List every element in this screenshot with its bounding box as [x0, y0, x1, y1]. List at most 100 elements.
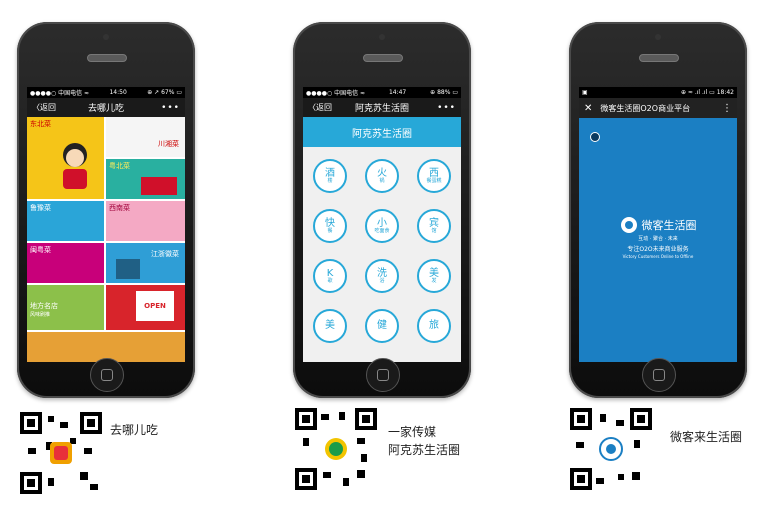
speaker: [87, 54, 127, 62]
back-button[interactable]: 〈返回: [32, 102, 56, 113]
qr-code-icon: [570, 408, 652, 490]
caption-2b: 阿克苏生活圈: [388, 443, 461, 457]
qr-code-icon: [295, 408, 377, 490]
nav-bar: ✕ 微客生活圈O2O商业平台 ⋮: [579, 98, 737, 118]
tile-label: 江浙徽菜: [151, 250, 179, 258]
tile-label: 粤北菜: [109, 162, 130, 170]
screen-2: ●●●●○ 中国电信 ≈ 14:47 ⊕ 88% ▭ 〈返回 阿克苏生活圈 ••…: [303, 87, 461, 362]
phone-2: ●●●●○ 中国电信 ≈ 14:47 ⊕ 88% ▭ 〈返回 阿克苏生活圈 ••…: [293, 22, 471, 398]
category-main: 宾: [429, 217, 439, 229]
back-button[interactable]: 〈返回: [308, 102, 332, 113]
category-sub: 发: [431, 277, 437, 284]
category-main: 美: [325, 320, 335, 331]
page-title: 微客生活圈O2O商业平台: [600, 103, 691, 113]
red-banner-icon: [141, 177, 177, 195]
phone-1: ●●●●○ 中国电信 ≈ 14:50 ⊕ ↗ 67% ▭ 〈返回 去哪儿吃 ••…: [17, 22, 195, 398]
category-kuaican[interactable]: 快餐: [313, 209, 347, 243]
category-main: 快: [325, 217, 335, 229]
carrier: ●●●●○ 中国电信 ≈: [306, 90, 366, 97]
category-sub: 锅: [379, 177, 385, 184]
caption-1: 去哪儿吃: [110, 423, 159, 437]
qr-code-2: [295, 408, 377, 490]
qr-code-3: [570, 408, 652, 490]
category-sub: 馆: [431, 227, 437, 234]
category-main: 洗: [377, 267, 387, 279]
tile-dongbei[interactable]: 东北菜: [27, 117, 104, 199]
category-grid: 酒楼 火锅 西餐蛋糕 快餐 小吃面食 宾馆 K歌 洗浴 美发 美 健 旅: [303, 147, 461, 362]
tile-luyu[interactable]: 鲁豫菜: [27, 201, 104, 241]
category-xiaochi[interactable]: 小吃面食: [365, 209, 399, 243]
tile-chuanxiang[interactable]: 川湘菜: [106, 117, 185, 157]
category-xiyu[interactable]: 洗浴: [365, 259, 399, 293]
category-main: 健: [377, 320, 387, 331]
qr-code-icon: [20, 412, 102, 494]
speaker: [363, 54, 403, 62]
open-shop-icon: OPEN: [136, 291, 174, 321]
status-bar: ●●●●○ 中国电信 ≈ 14:50 ⊕ ↗ 67% ▭: [27, 87, 185, 98]
home-button[interactable]: [366, 358, 400, 392]
tile-xinan[interactable]: 西南菜: [106, 201, 185, 241]
category-sub: 餐: [327, 227, 333, 234]
category-xican[interactable]: 西餐蛋糕: [417, 159, 451, 193]
tile-jiangzhe[interactable]: 江浙徽菜: [106, 243, 185, 283]
tile-minyue[interactable]: 闽粤菜: [27, 243, 104, 283]
category-sub: 吃面食: [374, 227, 390, 234]
tile-label: 东北菜: [30, 120, 51, 128]
caption-3: 微客来生活圈: [670, 430, 743, 444]
header-banner: 阿克苏生活圈: [303, 117, 461, 147]
category-main: 酒: [325, 167, 335, 179]
category-main: 火: [377, 167, 387, 179]
loading-dot-icon: [590, 132, 600, 142]
banner-title: 阿克苏生活圈: [352, 128, 412, 140]
tile-difang[interactable]: 地方名店 风味刷推: [27, 285, 104, 330]
phone-3: ▣ ⊕ ≈ .ıl .ıl ▭ 18:42 ✕ 微客生活圈O2O商业平台 ⋮ 微…: [569, 22, 747, 398]
skyline-icon: [116, 259, 140, 279]
category-binguan[interactable]: 宾馆: [417, 209, 451, 243]
time: 14:50: [109, 89, 127, 96]
close-button[interactable]: ✕: [584, 103, 592, 114]
category-main: 小: [377, 217, 387, 229]
category-jiulou[interactable]: 酒楼: [313, 159, 347, 193]
category-lv[interactable]: 旅: [417, 309, 451, 343]
time: 14:47: [388, 89, 407, 96]
splash-screen: 微客生活圈 互动 · 聚合 · 未来 专注O2O未来商业服务 Victory C…: [579, 118, 737, 362]
category-meifa[interactable]: 美发: [417, 259, 451, 293]
category-sub: 歌: [327, 277, 333, 284]
open-sign: OPEN: [144, 302, 166, 310]
category-huoguo[interactable]: 火锅: [365, 159, 399, 193]
tile-label: 闽粤菜: [30, 246, 51, 254]
tile-label: 西南菜: [109, 204, 130, 212]
more-button[interactable]: •••: [437, 103, 456, 113]
logo-slogan: 专注O2O未来商业服务: [627, 246, 689, 253]
tile-label: 川湘菜: [158, 140, 179, 148]
nav-bar: 〈返回 去哪儿吃 •••: [27, 98, 185, 117]
screen-1: ●●●●○ 中国电信 ≈ 14:50 ⊕ ↗ 67% ▭ 〈返回 去哪儿吃 ••…: [27, 87, 185, 362]
category-kge[interactable]: K歌: [313, 259, 347, 293]
more-button[interactable]: ⋮: [722, 103, 732, 114]
battery: ⊕ 88% ▭: [430, 89, 458, 96]
logo-slogan-en: Victory Customers Online to Offline: [622, 254, 694, 259]
logo-icon: [620, 217, 637, 233]
logo-block: 微客生活圈 互动 · 聚合 · 未来 专注O2O未来商业服务 Victory C…: [579, 216, 737, 259]
category-sub: 楼: [327, 177, 333, 184]
category-sub: 浴: [379, 277, 385, 284]
tile-open[interactable]: OPEN: [106, 285, 185, 330]
status-right: ⊕ ≈ .ıl .ıl ▭ 18:42: [680, 89, 734, 96]
qr-code-1: [20, 412, 102, 494]
tile-yuebei[interactable]: 粤北菜: [106, 159, 185, 199]
category-main: K: [326, 267, 334, 279]
screen-3: ▣ ⊕ ≈ .ıl .ıl ▭ 18:42 ✕ 微客生活圈O2O商业平台 ⋮ 微…: [579, 87, 737, 362]
tile-sublabel: 风味刷推: [30, 312, 51, 318]
category-main: 西: [429, 167, 439, 179]
cuisine-grid: 东北菜 川湘菜 粤北菜 鲁豫菜 西南菜 闽粤菜 江浙徽菜 地方名店 风味刷推 O…: [27, 117, 185, 362]
category-jian[interactable]: 健: [365, 309, 399, 343]
camera: [655, 34, 661, 40]
carrier: ●●●●○ 中国电信 ≈: [30, 90, 90, 97]
home-button[interactable]: [642, 358, 676, 392]
more-button[interactable]: •••: [161, 103, 180, 113]
tile-label: 鲁豫菜: [30, 204, 51, 212]
category-mei[interactable]: 美: [313, 309, 347, 343]
camera: [103, 34, 109, 40]
category-sub: 餐蛋糕: [426, 177, 442, 184]
home-button[interactable]: [90, 358, 124, 392]
